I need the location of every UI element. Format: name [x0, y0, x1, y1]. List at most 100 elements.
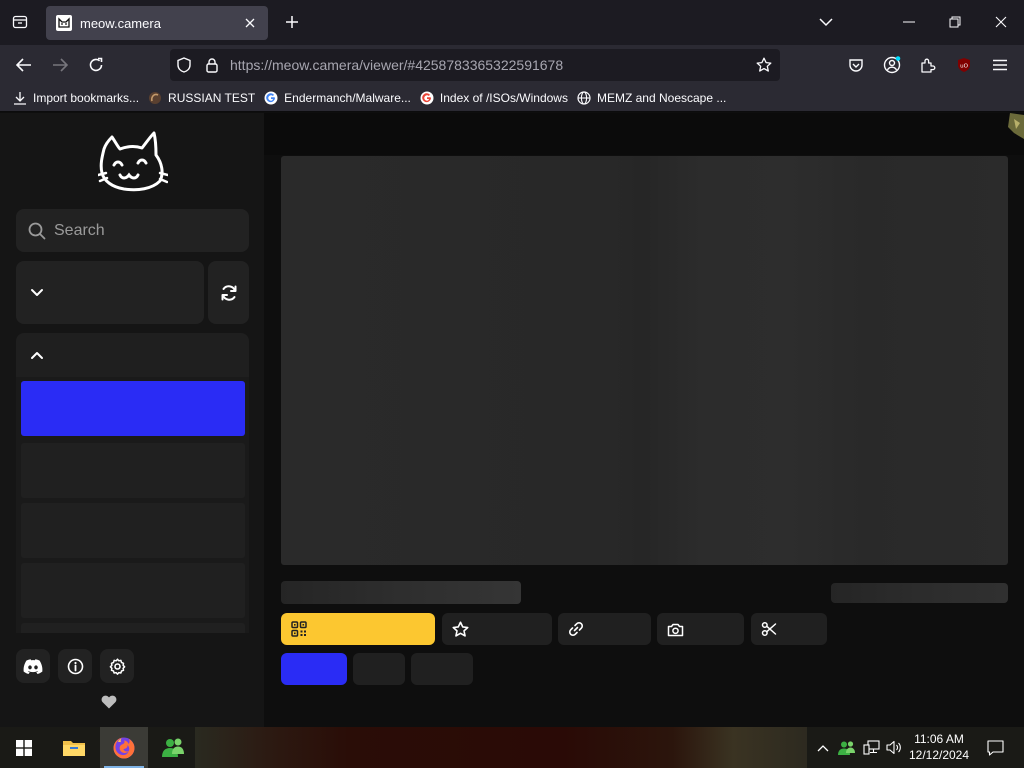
gear-icon [109, 657, 125, 675]
forward-button[interactable] [45, 50, 75, 80]
heart-icon[interactable] [101, 695, 117, 709]
site-info-button[interactable] [198, 49, 226, 81]
taskbar-file-explorer[interactable] [50, 727, 98, 768]
url-host: https://meow.camera [230, 57, 360, 73]
users-icon [162, 738, 184, 757]
quality-option[interactable] [353, 653, 405, 685]
camera-list [16, 377, 249, 633]
start-button[interactable] [0, 727, 48, 768]
refresh-icon [221, 284, 236, 301]
restore-icon [949, 16, 961, 28]
bookmark-page-button[interactable] [748, 49, 780, 81]
camera-video-stream[interactable] [281, 156, 1008, 565]
notification-icon [986, 739, 1004, 756]
tray-people-app[interactable] [836, 727, 858, 768]
url-bar[interactable]: https://meow.camera/viewer/#425878336532… [170, 49, 780, 81]
cat-favicon-icon [56, 15, 72, 31]
bookmark-label: RUSSIAN TEST [168, 91, 256, 105]
restore-window-button[interactable] [932, 0, 978, 44]
copy-link-button[interactable] [558, 613, 651, 645]
screenshot-button[interactable] [657, 613, 744, 645]
camera-list-item[interactable] [21, 503, 245, 558]
url-path: /viewer/#4258783365322591678 [359, 57, 564, 73]
tracking-protection-button[interactable] [170, 49, 198, 81]
sidebar [0, 113, 264, 727]
search-box[interactable] [16, 209, 249, 252]
star-icon [452, 620, 469, 637]
link-icon [568, 621, 584, 637]
close-icon [995, 16, 1007, 28]
quality-option[interactable] [411, 653, 473, 685]
close-window-button[interactable] [978, 0, 1024, 44]
refresh-button[interactable] [208, 261, 249, 324]
taskbar-clock[interactable]: 11:06 AM 12/12/2024 [902, 731, 976, 763]
svg-text:uO: uO [960, 64, 968, 70]
hamburger-menu-icon [993, 59, 1007, 71]
shield-icon [177, 57, 191, 73]
star-icon [756, 57, 772, 72]
chevron-down-icon [31, 289, 43, 296]
google-icon [419, 90, 435, 106]
tab-title: meow.camera [80, 15, 161, 31]
list-all-tabs-button[interactable] [6, 8, 34, 36]
close-icon [245, 18, 255, 28]
quality-option-selected[interactable] [281, 653, 347, 685]
camera-list-item[interactable] [21, 443, 245, 498]
site-favicon-icon [147, 90, 163, 106]
taskbar-people-app[interactable] [150, 727, 198, 768]
puzzle-icon [921, 58, 936, 73]
camera-list-item[interactable] [21, 623, 245, 633]
qr-code-button[interactable] [281, 613, 435, 645]
pocket-button[interactable] [841, 50, 871, 80]
account-icon [883, 56, 901, 74]
action-center-button[interactable] [980, 727, 1010, 768]
clip-button[interactable] [751, 613, 827, 645]
url-text[interactable]: https://meow.camera/viewer/#425878336532… [230, 57, 748, 73]
arrow-right-icon [53, 58, 68, 72]
bookmark-endermanch-malware[interactable]: Endermanch/Malware... [261, 86, 417, 110]
globe-icon [576, 90, 592, 106]
bookmark-russian-test[interactable]: RUSSIAN TEST [145, 86, 261, 110]
import-icon [12, 90, 28, 106]
chevron-down-icon [819, 18, 833, 27]
bookmark-isos-windows[interactable]: Index of /ISOs/Windows [417, 86, 574, 110]
camera-list-item[interactable] [21, 563, 245, 618]
users-icon [838, 740, 855, 755]
settings-button[interactable] [100, 649, 134, 683]
bookmark-label: Import bookmarks... [33, 91, 140, 105]
camera-title-placeholder [281, 581, 521, 604]
new-tab-button[interactable] [278, 8, 306, 36]
folder-icon [63, 740, 85, 756]
search-icon [28, 222, 46, 239]
active-tab[interactable]: meow.camera [46, 6, 268, 40]
bookmark-import[interactable]: Import bookmarks... [10, 86, 145, 110]
camera-list-item-selected[interactable] [21, 381, 245, 436]
search-input[interactable] [54, 221, 234, 240]
chevron-up-icon [31, 351, 43, 359]
show-hidden-icons-button[interactable] [812, 727, 834, 768]
account-button[interactable] [877, 50, 907, 80]
camera-list-toggle[interactable] [16, 333, 249, 377]
network-status-button[interactable] [860, 727, 882, 768]
reload-button[interactable] [81, 50, 111, 80]
back-button[interactable] [9, 50, 39, 80]
bookmark-memz-noescape[interactable]: MEMZ and Noescape ... [574, 86, 732, 110]
scissors-icon [761, 621, 777, 637]
extensions-button[interactable] [913, 50, 943, 80]
category-dropdown[interactable] [16, 261, 204, 324]
close-tab-button[interactable] [238, 11, 262, 35]
taskbar-firefox[interactable] [100, 727, 148, 768]
info-button[interactable] [58, 649, 92, 683]
camera-meta-placeholder [831, 583, 1008, 603]
favorite-button[interactable] [442, 613, 552, 645]
app-menu-button[interactable] [985, 50, 1015, 80]
chevron-up-icon [817, 744, 829, 751]
google-icon [263, 90, 279, 106]
viewer-main [264, 113, 1024, 727]
discord-button[interactable] [16, 649, 50, 683]
firefox-icon [113, 737, 135, 758]
bookmark-label: Endermanch/Malware... [284, 91, 411, 105]
minimize-window-button[interactable] [886, 0, 932, 44]
tabs-overflow-button[interactable] [812, 8, 840, 36]
ublock-origin-button[interactable]: uO [949, 50, 979, 80]
